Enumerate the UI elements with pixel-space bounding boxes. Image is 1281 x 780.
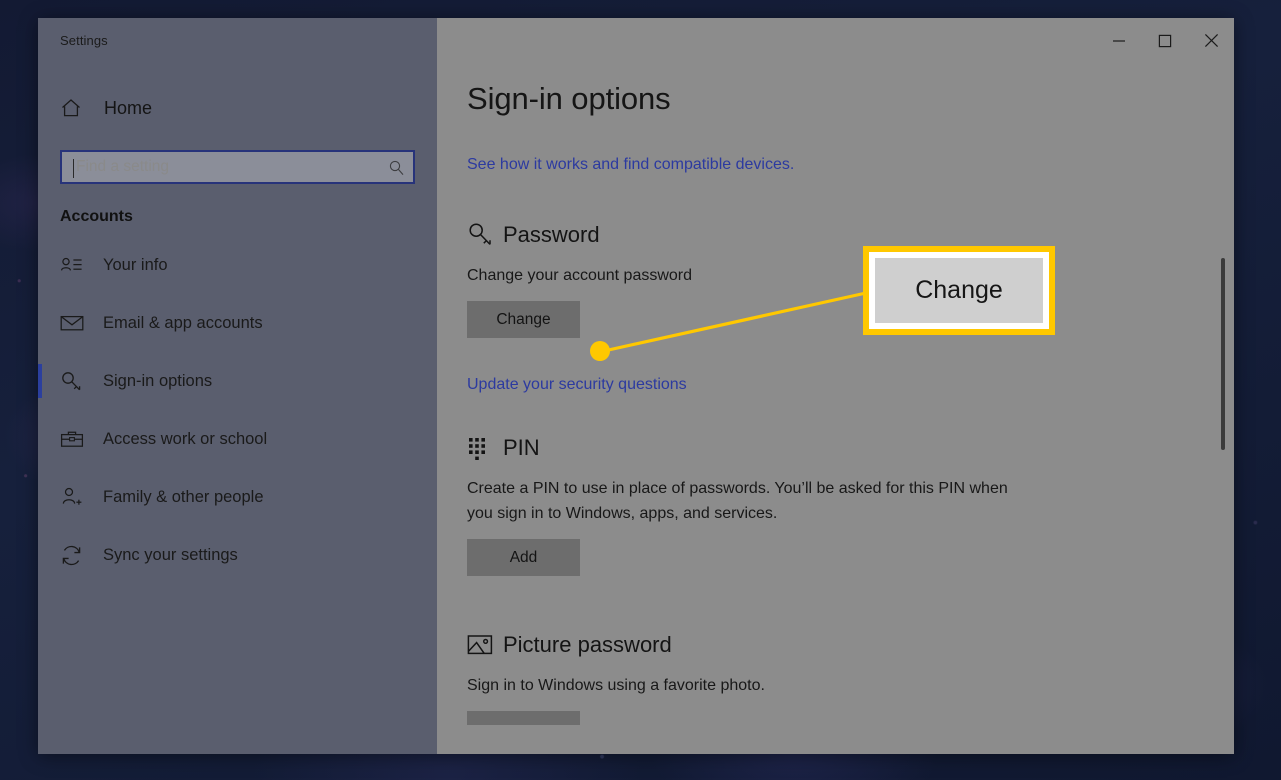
settings-content-panel: Sign-in options See how it works and fin… — [437, 18, 1234, 754]
window-titlebar-left: Settings — [38, 18, 437, 63]
sidebar-item-your-info[interactable]: Your info — [38, 236, 437, 294]
search-input[interactable] — [62, 157, 379, 177]
sidebar-item-email-app-accounts[interactable]: Email & app accounts — [38, 294, 437, 352]
person-add-icon — [60, 486, 100, 508]
sidebar-item-label: Sign-in options — [103, 372, 212, 391]
sidebar-home-label: Home — [104, 98, 152, 119]
maximize-button[interactable] — [1142, 18, 1188, 63]
contact-card-icon — [60, 255, 100, 275]
update-security-questions-link[interactable]: Update your security questions — [467, 376, 1234, 394]
sidebar-item-label: Family & other people — [103, 488, 264, 507]
minimize-icon — [1112, 34, 1126, 48]
key-icon — [467, 221, 503, 248]
app-title: Settings — [60, 33, 108, 48]
sidebar-item-label: Your info — [103, 256, 168, 275]
scrollbar-thumb[interactable] — [1221, 258, 1225, 450]
sidebar-search-box[interactable] — [60, 150, 415, 184]
add-pin-button[interactable]: Add — [467, 539, 580, 576]
close-icon — [1204, 33, 1219, 48]
briefcase-icon — [60, 429, 100, 449]
password-section-description: Change your account password — [467, 263, 1012, 288]
settings-page-body: Sign-in options See how it works and fin… — [437, 63, 1234, 725]
pin-section-description: Create a PIN to use in place of password… — [467, 476, 1012, 526]
sidebar-item-label: Sync your settings — [103, 546, 238, 565]
password-section-header: Password — [467, 221, 1234, 248]
sidebar-group-heading: Accounts — [60, 208, 437, 226]
picture-password-section: Picture password Sign in to Windows usin… — [467, 632, 1234, 725]
picture-password-section-description: Sign in to Windows using a favorite phot… — [467, 673, 1012, 698]
minimize-button[interactable] — [1096, 18, 1142, 63]
envelope-icon — [60, 314, 100, 332]
picture-password-section-title: Picture password — [503, 632, 672, 658]
sidebar-item-sign-in-options[interactable]: Sign-in options — [38, 352, 437, 410]
search-text-caret — [73, 159, 74, 178]
home-icon — [60, 97, 100, 119]
sidebar-item-sync-your-settings[interactable]: Sync your settings — [38, 526, 437, 584]
picture-password-button-partial[interactable] — [467, 711, 580, 725]
window-titlebar-right — [437, 18, 1234, 63]
key-icon — [60, 370, 100, 393]
search-icon[interactable] — [379, 159, 413, 176]
keypad-dots-icon — [467, 436, 503, 460]
change-password-button[interactable]: Change — [467, 301, 580, 338]
password-section-title: Password — [503, 222, 600, 248]
sidebar-nav-list: Your info Email & app accounts — [38, 236, 437, 584]
pin-section: PIN Create a PIN to use in place of pass… — [467, 435, 1234, 576]
sync-refresh-icon — [60, 544, 100, 567]
sidebar-item-family-other-people[interactable]: Family & other people — [38, 468, 437, 526]
desktop-background: Settings Home — [0, 0, 1281, 780]
sidebar-item-label: Email & app accounts — [103, 314, 263, 333]
maximize-icon — [1158, 34, 1172, 48]
page-title: Sign-in options — [467, 81, 1234, 117]
close-button[interactable] — [1188, 18, 1234, 63]
sidebar-item-label: Access work or school — [103, 430, 267, 449]
content-scrollbar[interactable] — [1216, 63, 1230, 754]
sidebar-item-home[interactable]: Home — [38, 86, 437, 130]
picture-password-section-header: Picture password — [467, 632, 1234, 658]
settings-window: Settings Home — [38, 18, 1234, 754]
pin-section-title: PIN — [503, 435, 540, 461]
see-how-it-works-link[interactable]: See how it works and find compatible dev… — [467, 156, 1234, 174]
pin-section-header: PIN — [467, 435, 1234, 461]
picture-icon — [467, 633, 503, 657]
settings-sidebar: Settings Home — [38, 18, 437, 754]
sidebar-item-access-work-or-school[interactable]: Access work or school — [38, 410, 437, 468]
